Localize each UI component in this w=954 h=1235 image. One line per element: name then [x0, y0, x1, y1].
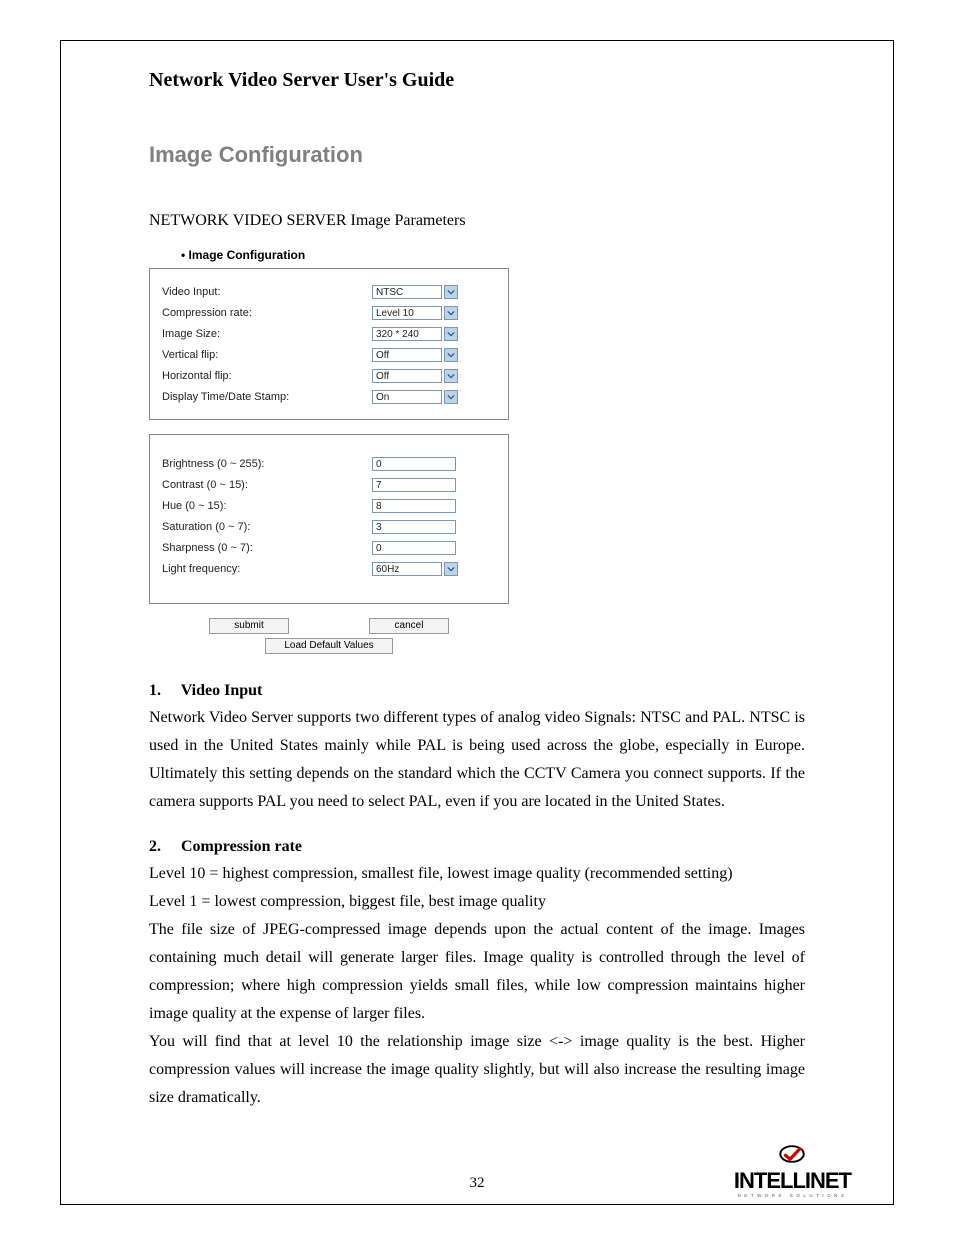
- select-value: Off: [372, 348, 442, 362]
- label: Vertical flip:: [162, 349, 372, 361]
- item-2-body-b: Level 1 = lowest compression, biggest fi…: [149, 888, 805, 916]
- cancel-button[interactable]: cancel: [369, 618, 449, 634]
- select-value: NTSC: [372, 285, 442, 299]
- select-compression-rate[interactable]: Level 10: [372, 305, 458, 321]
- select-value: Off: [372, 369, 442, 383]
- brand-logo: INTELLINET NETWORK SOLUTIONS: [734, 1141, 851, 1198]
- select-image-size[interactable]: 320 * 240: [372, 326, 458, 342]
- label: Brightness (0 ~ 255):: [162, 458, 372, 470]
- config-header: Image Configuration: [181, 248, 805, 262]
- image-config-panel: Video Input: NTSC Compression rate: Leve…: [149, 268, 509, 420]
- row-horizontal-flip: Horizontal flip: Off: [162, 367, 496, 384]
- item-title: Video Input: [181, 682, 263, 699]
- item-2-body-a: Level 10 = highest compression, smallest…: [149, 860, 805, 888]
- input-contrast[interactable]: 7: [372, 478, 456, 492]
- label: Contrast (0 ~ 15):: [162, 479, 372, 491]
- input-hue[interactable]: 8: [372, 499, 456, 513]
- load-default-button[interactable]: Load Default Values: [265, 638, 392, 654]
- logo-text: INTELLINET: [734, 1172, 851, 1191]
- chevron-down-icon: [444, 369, 458, 383]
- item-1-heading: 1. Video Input: [149, 682, 805, 700]
- chevron-down-icon: [444, 348, 458, 362]
- select-value: 60Hz: [372, 562, 442, 576]
- item-2-body-d: You will find that at level 10 the relat…: [149, 1028, 805, 1112]
- row-brightness: Brightness (0 ~ 255): 0: [162, 455, 496, 472]
- section-title: Image Configuration: [149, 142, 805, 168]
- select-value: 320 * 240: [372, 327, 442, 341]
- label: Sharpness (0 ~ 7):: [162, 542, 372, 554]
- item-title: Compression rate: [181, 838, 302, 855]
- select-value: Level 10: [372, 306, 442, 320]
- chevron-down-icon: [444, 562, 458, 576]
- row-saturation: Saturation (0 ~ 7): 3: [162, 518, 496, 535]
- select-value: On: [372, 390, 442, 404]
- item-1-body: Network Video Server supports two differ…: [149, 704, 805, 816]
- submit-button[interactable]: submit: [209, 618, 289, 634]
- label: Video Input:: [162, 286, 372, 298]
- row-compression-rate: Compression rate: Level 10: [162, 304, 496, 321]
- chevron-down-icon: [444, 390, 458, 404]
- input-sharpness[interactable]: 0: [372, 541, 456, 555]
- label: Compression rate:: [162, 307, 372, 319]
- row-sharpness: Sharpness (0 ~ 7): 0: [162, 539, 496, 556]
- sub-heading: NETWORK VIDEO SERVER Image Parameters: [149, 212, 805, 230]
- select-video-input[interactable]: NTSC: [372, 284, 458, 300]
- row-display-timestamp: Display Time/Date Stamp: On: [162, 388, 496, 405]
- row-contrast: Contrast (0 ~ 15): 7: [162, 476, 496, 493]
- label: Image Size:: [162, 328, 372, 340]
- label: Light frequency:: [162, 563, 372, 575]
- input-saturation[interactable]: 3: [372, 520, 456, 534]
- image-adjust-panel: Brightness (0 ~ 255): 0 Contrast (0 ~ 15…: [149, 434, 509, 604]
- item-number: 1.: [149, 682, 177, 700]
- chevron-down-icon: [444, 285, 458, 299]
- row-light-frequency: Light frequency: 60Hz: [162, 560, 496, 577]
- row-hue: Hue (0 ~ 15): 8: [162, 497, 496, 514]
- select-vertical-flip[interactable]: Off: [372, 347, 458, 363]
- select-light-frequency[interactable]: 60Hz: [372, 561, 458, 577]
- label: Saturation (0 ~ 7):: [162, 521, 372, 533]
- row-image-size: Image Size: 320 * 240: [162, 325, 496, 342]
- label: Horizontal flip:: [162, 370, 372, 382]
- label: Hue (0 ~ 15):: [162, 500, 372, 512]
- item-2-body-c: The file size of JPEG-compressed image d…: [149, 916, 805, 1028]
- select-horizontal-flip[interactable]: Off: [372, 368, 458, 384]
- input-brightness[interactable]: 0: [372, 457, 456, 471]
- logo-mark-icon: [779, 1141, 805, 1167]
- chevron-down-icon: [444, 327, 458, 341]
- item-number: 2.: [149, 838, 177, 856]
- chevron-down-icon: [444, 306, 458, 320]
- row-video-input: Video Input: NTSC: [162, 283, 496, 300]
- page-number: 32: [470, 1175, 485, 1192]
- document-title: Network Video Server User's Guide: [149, 69, 805, 92]
- label: Display Time/Date Stamp:: [162, 391, 372, 403]
- item-2-heading: 2. Compression rate: [149, 838, 805, 856]
- row-vertical-flip: Vertical flip: Off: [162, 346, 496, 363]
- select-display-timestamp[interactable]: On: [372, 389, 458, 405]
- logo-tagline: NETWORK SOLUTIONS: [734, 1193, 851, 1198]
